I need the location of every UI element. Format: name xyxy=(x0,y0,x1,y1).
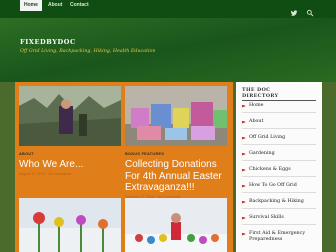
divider xyxy=(242,176,316,177)
post-thumbnail[interactable] xyxy=(125,198,227,252)
sidebar-item-label: Off Grid Living xyxy=(249,135,286,140)
sidebar-item-label: Survival Skills xyxy=(249,215,284,220)
divider xyxy=(242,144,316,145)
bullet-icon xyxy=(242,104,246,108)
post-thumbnail[interactable] xyxy=(19,86,121,146)
search-icon[interactable] xyxy=(306,2,314,17)
sidebar-item-label: Gardening xyxy=(249,151,275,156)
site-title[interactable]: FIXEDBYDOC xyxy=(20,38,76,46)
nav-about[interactable]: About xyxy=(48,0,62,11)
sidebar-item-label: Backpacking & Hiking xyxy=(249,199,304,204)
nav-home[interactable]: Home xyxy=(20,0,42,11)
bullet-icon xyxy=(242,200,246,204)
post-meta: August 10, 2016 · No Comments xyxy=(19,172,72,176)
site-tagline: Off Grid Living, Backpacking, Hiking, He… xyxy=(20,49,156,54)
divider xyxy=(242,112,316,113)
divider xyxy=(242,192,316,193)
post-category[interactable]: BONUS FEATURES xyxy=(125,152,164,156)
post-thumbnail[interactable] xyxy=(19,198,121,252)
post-category[interactable]: ABOUT xyxy=(19,152,34,156)
bullet-icon xyxy=(242,120,246,124)
bullet-icon xyxy=(242,232,246,236)
divider xyxy=(242,128,316,129)
sidebar-item-first-aid[interactable]: First Aid & Emergency Preparedness xyxy=(242,231,318,243)
sidebar-item-label: About xyxy=(249,119,264,124)
nav-contact[interactable]: Contact xyxy=(70,0,89,11)
sidebar-heading: THE DOC DIRECTORY xyxy=(242,87,278,99)
divider xyxy=(242,160,316,161)
sidebar-item-label: Chickens & Eggs xyxy=(249,167,291,172)
bullet-icon xyxy=(242,152,246,156)
post-title[interactable]: Who We Are... xyxy=(19,159,83,171)
divider xyxy=(242,100,316,101)
sidebar-item-label: First Aid & Emergency Preparedness xyxy=(249,231,306,242)
bullet-icon xyxy=(242,216,246,220)
divider xyxy=(242,224,316,225)
sidebar-item-label: Home xyxy=(249,103,264,108)
bullet-icon xyxy=(242,184,246,188)
sidebar-item-label: How To Go Off Grid xyxy=(249,183,297,188)
sidebar-heading-line: DIRECTORY xyxy=(242,93,279,99)
bullet-icon xyxy=(242,136,246,140)
bullet-icon xyxy=(242,168,246,172)
post-title[interactable]: Collecting Donations For 4th Annual East… xyxy=(125,159,227,194)
sidebar: THE DOC DIRECTORY Home About Off Grid Li… xyxy=(236,82,322,252)
top-nav: Home About Contact xyxy=(0,0,336,18)
post-thumbnail[interactable] xyxy=(125,86,227,146)
post-grid: ABOUT Who We Are... August 10, 2016 · No… xyxy=(15,82,233,252)
twitter-icon[interactable] xyxy=(290,2,298,16)
divider xyxy=(242,208,316,209)
